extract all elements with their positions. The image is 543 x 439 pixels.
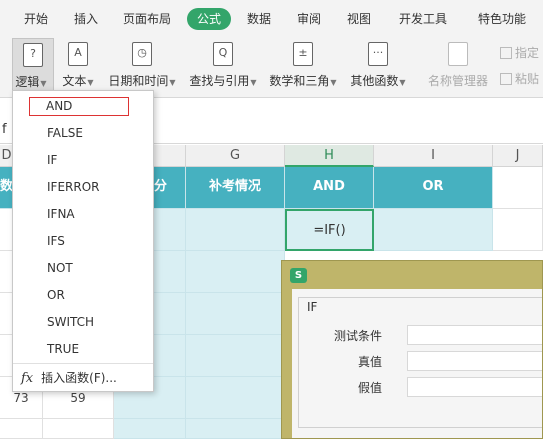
menu-item-iferror[interactable]: IFERROR bbox=[47, 180, 99, 194]
ribbon-tab-bar: 开始 插入 页面布局 公式 数据 审阅 视图 开发工具 特色功能 bbox=[0, 0, 543, 36]
logic-button[interactable]: ? 逻辑▼ bbox=[12, 38, 54, 92]
header-cell-i[interactable]: OR bbox=[374, 167, 493, 209]
datetime-button[interactable]: ◷ 日期和时间▼ bbox=[104, 38, 180, 92]
cell-g-row5[interactable] bbox=[186, 377, 285, 419]
lookup-icon: Q bbox=[213, 42, 233, 66]
ribbon-toolbar: ? 逻辑▼ A 文本▼ ◷ 日期和时间▼ Q 查找与引用▼ ± 数学和三角▼ ·… bbox=[0, 36, 543, 98]
menu-item-ifs[interactable]: IFS bbox=[47, 234, 65, 248]
chevron-down-icon: ▼ bbox=[250, 78, 257, 87]
chevron-down-icon: ▼ bbox=[330, 78, 337, 87]
cell-e-row6[interactable] bbox=[43, 419, 114, 439]
active-cell-h-row1[interactable]: =IF() bbox=[285, 209, 374, 251]
column-header-i[interactable]: I bbox=[374, 145, 493, 167]
math-button[interactable]: ± 数学和三角▼ bbox=[266, 38, 340, 92]
argument-row-test: 测试条件 bbox=[299, 325, 542, 345]
tab-view[interactable]: 视图 bbox=[347, 8, 371, 30]
menu-item-if[interactable]: IF bbox=[47, 153, 57, 167]
menu-item-false[interactable]: FALSE bbox=[47, 126, 83, 140]
column-header-g[interactable]: G bbox=[186, 145, 285, 167]
dialog-body: 测试条件 真值 假值 IF bbox=[292, 289, 542, 438]
cell-g-row2[interactable] bbox=[186, 251, 285, 293]
test-condition-input[interactable] bbox=[407, 325, 542, 345]
lookup-button[interactable]: Q 查找与引用▼ bbox=[186, 38, 260, 92]
false-value-input[interactable] bbox=[407, 377, 542, 397]
tab-insert[interactable]: 插入 bbox=[74, 8, 98, 30]
specify-button[interactable]: 指定 bbox=[500, 44, 539, 61]
cell-j-row1[interactable] bbox=[493, 209, 543, 251]
cell-i-row1[interactable] bbox=[374, 209, 493, 251]
logic-functions-dropdown: AND FALSE IF IFERROR IFNA IFS NOT OR SWI… bbox=[12, 90, 154, 392]
specify-icon bbox=[500, 47, 512, 59]
header-cell-g[interactable]: 补考情况 bbox=[186, 167, 285, 209]
math-icon: ± bbox=[293, 42, 313, 66]
fx-icon: fx bbox=[21, 371, 34, 386]
tab-formulas[interactable]: 公式 bbox=[187, 8, 232, 30]
true-value-input[interactable] bbox=[407, 351, 542, 371]
app-logo-icon: S bbox=[290, 268, 307, 283]
tab-data[interactable]: 数据 bbox=[247, 8, 271, 30]
menu-item-ifna[interactable]: IFNA bbox=[47, 207, 75, 221]
menu-item-true[interactable]: TRUE bbox=[47, 342, 79, 356]
argument-group: 测试条件 真值 假值 bbox=[298, 297, 542, 428]
more-functions-icon: ··· bbox=[368, 42, 388, 66]
chevron-down-icon: ▼ bbox=[87, 78, 94, 87]
tab-features[interactable]: 特色功能 bbox=[478, 8, 526, 30]
menu-separator bbox=[13, 363, 153, 364]
tab-home[interactable]: 开始 bbox=[24, 8, 48, 30]
menu-item-and[interactable]: AND bbox=[29, 97, 129, 116]
menu-item-or[interactable]: OR bbox=[47, 288, 65, 302]
logic-icon: ? bbox=[23, 43, 43, 67]
argument-row-false: 假值 bbox=[299, 377, 542, 397]
other-functions-button[interactable]: ··· 其他函数▼ bbox=[346, 38, 410, 92]
menu-item-insert-function[interactable]: fx 插入函数(F)... bbox=[21, 369, 117, 386]
tab-developer[interactable]: 开发工具 bbox=[399, 8, 447, 30]
menu-item-not[interactable]: NOT bbox=[47, 261, 73, 275]
column-header-j[interactable]: J bbox=[493, 145, 543, 167]
chevron-down-icon: ▼ bbox=[40, 79, 47, 88]
name-manager-icon bbox=[448, 42, 468, 66]
cell-d-row6[interactable] bbox=[0, 419, 43, 439]
header-cell-h[interactable]: AND bbox=[285, 167, 374, 209]
cell-j-header[interactable] bbox=[493, 167, 543, 209]
paste-icon bbox=[500, 73, 512, 85]
text-button[interactable]: A 文本▼ bbox=[58, 38, 98, 92]
paste-button[interactable]: 粘贴 bbox=[500, 70, 539, 87]
chevron-down-icon: ▼ bbox=[399, 78, 406, 87]
tab-page-layout[interactable]: 页面布局 bbox=[123, 8, 171, 30]
column-header-h[interactable]: H bbox=[285, 145, 374, 167]
argument-group-title: IF bbox=[304, 300, 321, 314]
argument-label: 假值 bbox=[357, 381, 382, 395]
chevron-down-icon: ▼ bbox=[169, 78, 176, 87]
argument-label: 真值 bbox=[357, 355, 382, 369]
text-icon: A bbox=[68, 42, 88, 66]
cell-g-row6[interactable] bbox=[186, 419, 285, 439]
function-arguments-dialog: S 测试条件 真值 假值 IF bbox=[281, 260, 543, 439]
argument-row-true: 真值 bbox=[299, 351, 542, 371]
name-manager-button[interactable]: 名称管理器 bbox=[426, 38, 490, 92]
argument-label: 测试条件 bbox=[333, 329, 382, 343]
calendar-clock-icon: ◷ bbox=[132, 42, 152, 66]
tab-review[interactable]: 审阅 bbox=[297, 8, 321, 30]
cell-g-row3[interactable] bbox=[186, 293, 285, 335]
cell-f-row6[interactable] bbox=[114, 419, 186, 439]
menu-item-switch[interactable]: SWITCH bbox=[47, 315, 94, 329]
cell-g-row1[interactable] bbox=[186, 209, 285, 251]
cell-g-row4[interactable] bbox=[186, 335, 285, 377]
